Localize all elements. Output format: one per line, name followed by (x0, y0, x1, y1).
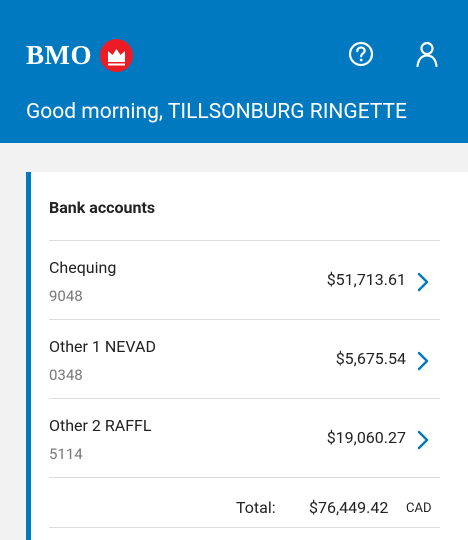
user-icon[interactable] (413, 40, 441, 68)
chevron-right-icon[interactable] (414, 429, 432, 451)
divider (49, 477, 440, 478)
account-row-other-2[interactable]: Other 2 RAFFL 5114 $19,060.27 (31, 399, 468, 477)
bmo-roundel-icon (100, 38, 133, 72)
account-number: 5114 (49, 445, 83, 463)
account-balance: $19,060.27 (326, 428, 406, 447)
total-currency: CAD (406, 501, 432, 516)
divider (49, 527, 440, 528)
bank-accounts-card: Bank accounts Chequing 9048 $51,713.61 O… (26, 172, 468, 540)
chevron-right-icon[interactable] (414, 271, 432, 293)
app-header: BMO Good morning, TILLSONBURG RINGETTE (0, 0, 468, 143)
account-name: Chequing (49, 258, 117, 277)
account-row-chequing[interactable]: Chequing 9048 $51,713.61 (31, 241, 468, 319)
account-balance: $5,675.54 (335, 349, 406, 368)
account-name: Other 1 NEVAD (49, 337, 156, 356)
greeting-text: Good morning, TILLSONBURG RINGETTE (26, 100, 407, 124)
account-number: 0348 (49, 366, 83, 384)
account-row-other-1[interactable]: Other 1 NEVAD 0348 $5,675.54 (31, 320, 468, 398)
help-circle-icon[interactable] (347, 40, 375, 68)
bmo-logo: BMO (26, 38, 133, 72)
total-label: Total: (236, 498, 276, 517)
account-number: 9048 (49, 287, 83, 305)
account-name: Other 2 RAFFL (49, 416, 152, 435)
account-balance: $51,713.61 (326, 270, 406, 289)
card-title: Bank accounts (49, 198, 156, 217)
logo-text: BMO (26, 39, 92, 70)
total-value: $76,449.42 (309, 498, 389, 517)
chevron-right-icon[interactable] (414, 350, 432, 372)
